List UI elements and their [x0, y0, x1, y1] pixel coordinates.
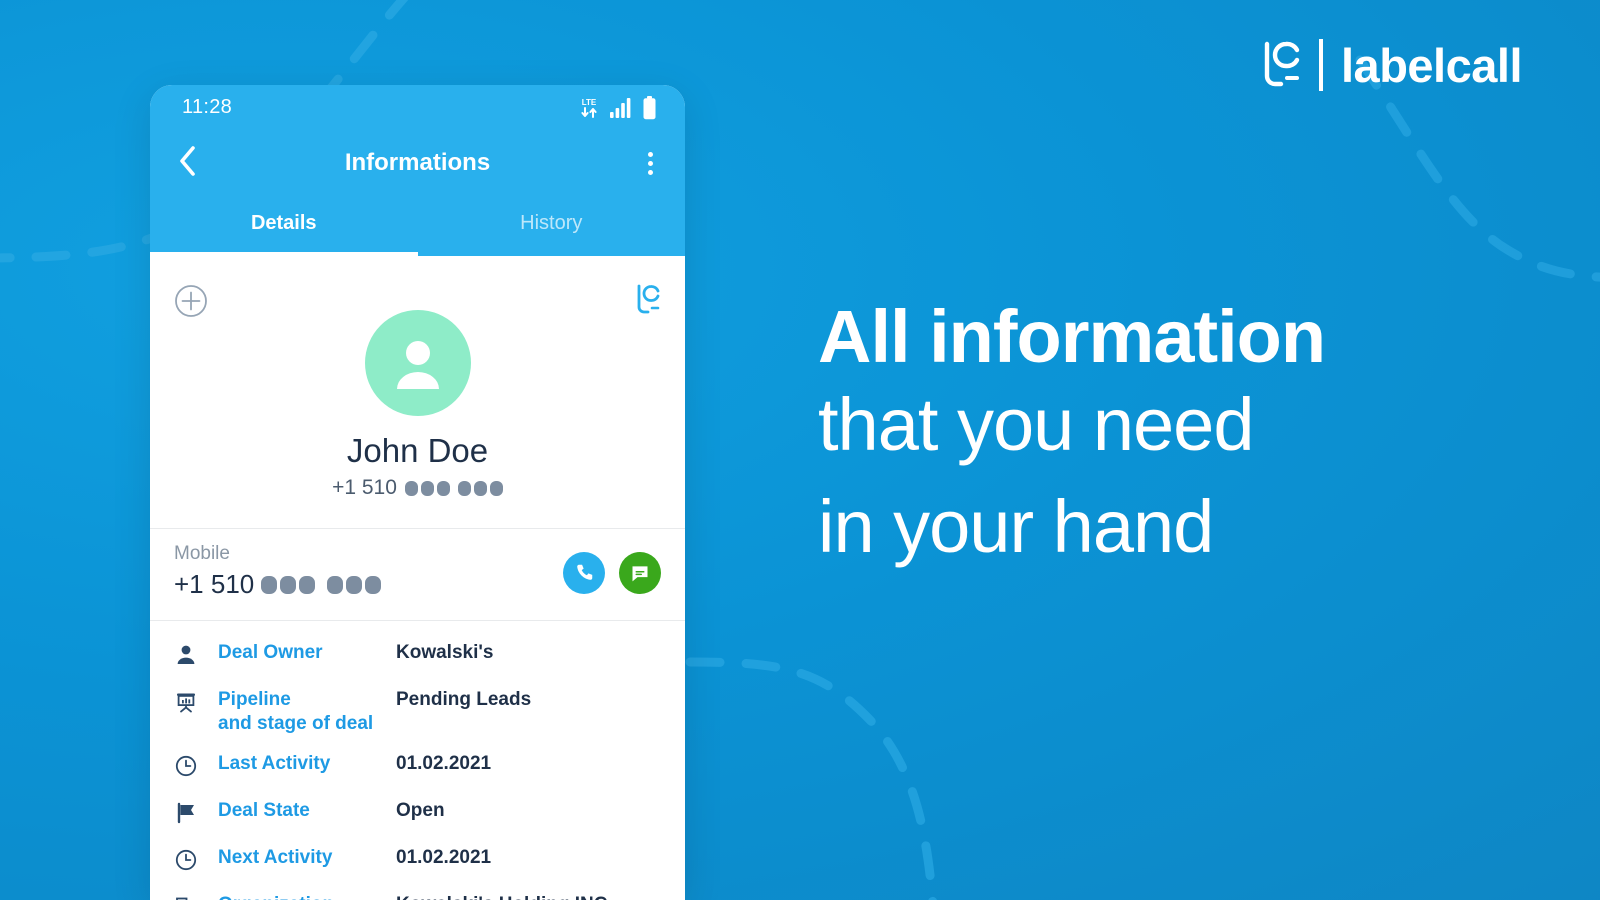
masked-digit [436, 480, 450, 496]
avatar [364, 310, 471, 416]
detail-value: 01.02.2021 [396, 846, 492, 868]
detail-value: Pending Leads [396, 689, 532, 710]
status-bar: 11:28 LTE [150, 85, 685, 130]
masked-digits-group [404, 480, 450, 496]
headline-line-1: All information [818, 295, 1326, 378]
phone-mockup: 11:28 LTE Informations Details History J… [150, 85, 685, 900]
tab-history[interactable]: History [418, 196, 686, 256]
mobile-label: Mobile [174, 543, 230, 564]
message-button[interactable] [619, 552, 661, 594]
masked-digit [365, 575, 382, 594]
back-button[interactable] [178, 145, 198, 182]
marketing-headline: All information that you need in your ha… [818, 300, 1558, 578]
detail-value: Kowalski's Holding INC [396, 893, 607, 900]
plus-circle-icon[interactable] [174, 284, 208, 318]
masked-digit [420, 480, 434, 496]
contact-card: John Doe +1 510 [150, 256, 685, 529]
clock-icon [174, 752, 218, 783]
phone-icon [577, 564, 593, 580]
mobile-number-row: Mobile +1 510 [150, 529, 685, 621]
detail-row-deal-owner[interactable]: Deal Owner Kowalski's [174, 641, 661, 672]
masked-digit [280, 575, 297, 594]
detail-label: Organization [218, 893, 396, 900]
page-title: Informations [344, 149, 491, 176]
detail-label: Deal State [218, 799, 310, 821]
detail-label: Next Activity [218, 846, 333, 868]
lc-logo-icon [637, 284, 660, 314]
detail-row-organization[interactable]: Organization Kowalski's Holding INC [174, 893, 661, 900]
masked-digit [346, 575, 363, 594]
overflow-menu-button[interactable] [642, 146, 659, 181]
tab-bar: Details History [150, 196, 685, 256]
masked-digit [404, 480, 418, 496]
masked-digit [261, 575, 278, 594]
detail-label: Pipeline and stage of deal [218, 689, 374, 734]
clock-icon [174, 846, 218, 877]
chevron-left-icon [180, 145, 195, 176]
detail-row-last-activity[interactable]: Last Activity 01.02.2021 [174, 752, 661, 783]
signal-bars-icon [610, 97, 631, 118]
detail-label: Last Activity [218, 752, 331, 774]
headline-line-2: that you need [818, 383, 1254, 466]
lte-data-icon: LTE [581, 98, 597, 118]
masked-digit [489, 480, 503, 496]
mobile-number-block: Mobile +1 510 [174, 543, 382, 600]
contact-phone: +1 510 [174, 476, 661, 500]
detail-row-deal-state[interactable]: Deal State Open [174, 799, 661, 830]
detail-value: Kowalski's [396, 642, 494, 663]
brand-logo: labelcall [1261, 34, 1523, 96]
mobile-actions [563, 552, 661, 600]
person-avatar-icon [396, 341, 439, 389]
status-time: 11:28 [182, 96, 233, 118]
flag-icon [174, 799, 218, 830]
lc-logo-icon [1264, 41, 1300, 87]
svg-text:LTE: LTE [582, 98, 597, 107]
organization-icon [174, 893, 218, 900]
contact-phone-prefix: +1 510 [332, 476, 397, 499]
headline-line-3: in your hand [818, 485, 1214, 569]
masked-digit [327, 575, 344, 594]
masked-digits-group [327, 575, 382, 594]
masked-digits-group [457, 480, 503, 496]
more-vertical-icon [648, 160, 653, 166]
detail-value: 01.02.2021 [396, 752, 492, 774]
mobile-number: +1 510 [174, 569, 382, 600]
detail-value: Open [396, 799, 445, 821]
more-vertical-icon [648, 151, 653, 157]
detail-label: Deal Owner [218, 642, 323, 663]
mobile-number-prefix: +1 510 [174, 569, 255, 599]
masked-digit [473, 480, 487, 496]
brand-name: labelcall [1341, 38, 1523, 92]
detail-row-next-activity[interactable]: Next Activity 01.02.2021 [174, 846, 661, 877]
masked-digits-group [261, 575, 316, 594]
detail-row-pipeline[interactable]: Pipeline and stage of deal Pending Leads [174, 688, 661, 736]
message-icon [632, 566, 648, 582]
status-icons: LTE [578, 95, 657, 120]
presentation-icon [174, 688, 218, 719]
person-icon [174, 641, 218, 672]
contact-name: John Doe [346, 432, 489, 469]
more-vertical-icon [648, 169, 653, 175]
masked-digit [457, 480, 471, 496]
masked-digit [299, 575, 316, 594]
brand-divider [1319, 39, 1323, 91]
battery-icon [643, 95, 656, 119]
call-button[interactable] [563, 552, 605, 594]
deal-details-list: Deal Owner Kowalski's Pipeline and stage… [150, 621, 685, 900]
app-bar: Informations [150, 130, 685, 196]
tab-details[interactable]: Details [150, 196, 418, 256]
